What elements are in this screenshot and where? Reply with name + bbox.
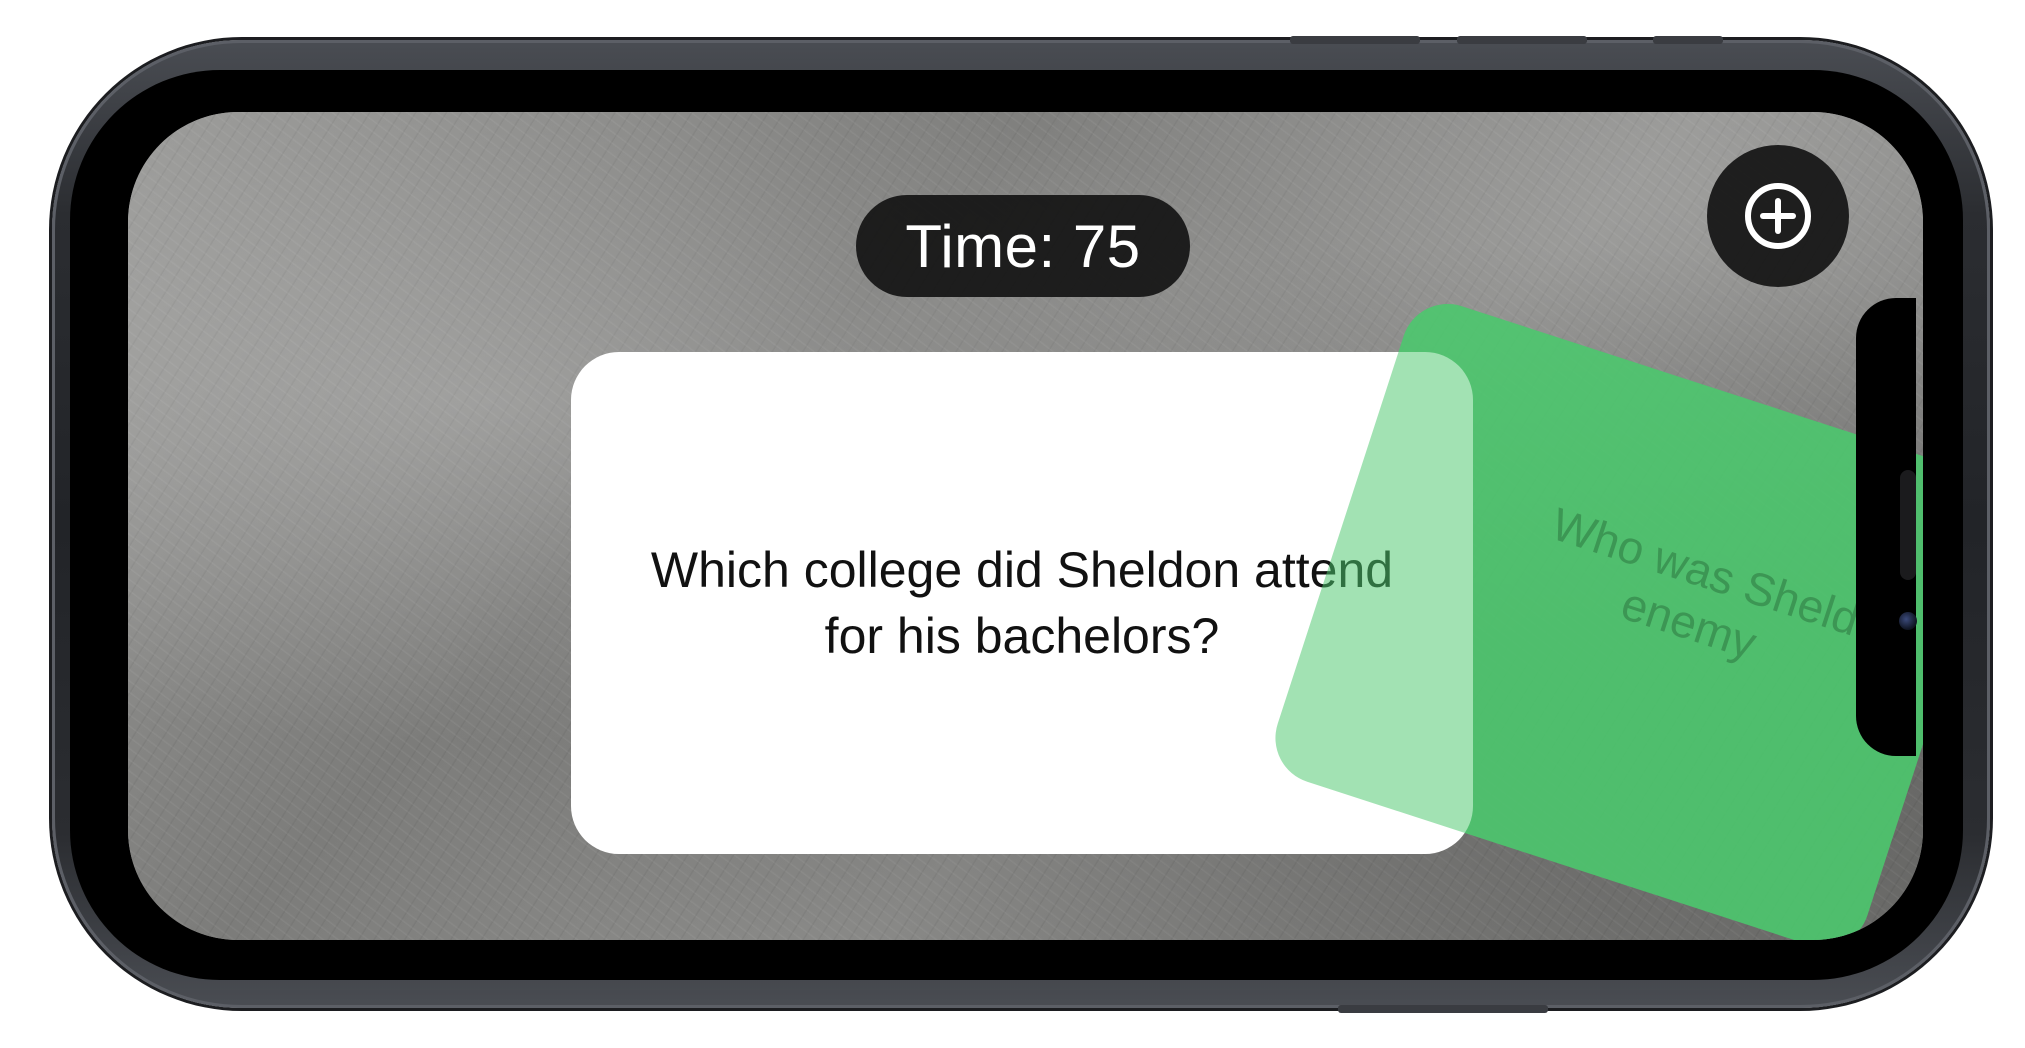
front-camera: [1899, 612, 1917, 630]
plus-circle-icon: [1745, 183, 1811, 249]
question-card[interactable]: Which college did Sheldon attend for his…: [571, 352, 1473, 854]
timer-text: Time: 75: [905, 212, 1141, 280]
game-screen: Who was Sheld enemy Which college did Sh…: [128, 112, 1923, 940]
add-button[interactable]: [1707, 145, 1849, 287]
earpiece-speaker: [1900, 470, 1916, 580]
question-text: Which college did Sheldon attend for his…: [650, 542, 1394, 664]
timer-badge: Time: 75: [856, 195, 1190, 297]
next-question-text: Who was Sheld enemy: [1545, 497, 1866, 669]
silent-switch: [1653, 36, 1723, 44]
volume-button: [1290, 36, 1420, 44]
power-button: [1338, 1005, 1548, 1013]
volume-button: [1457, 36, 1587, 44]
